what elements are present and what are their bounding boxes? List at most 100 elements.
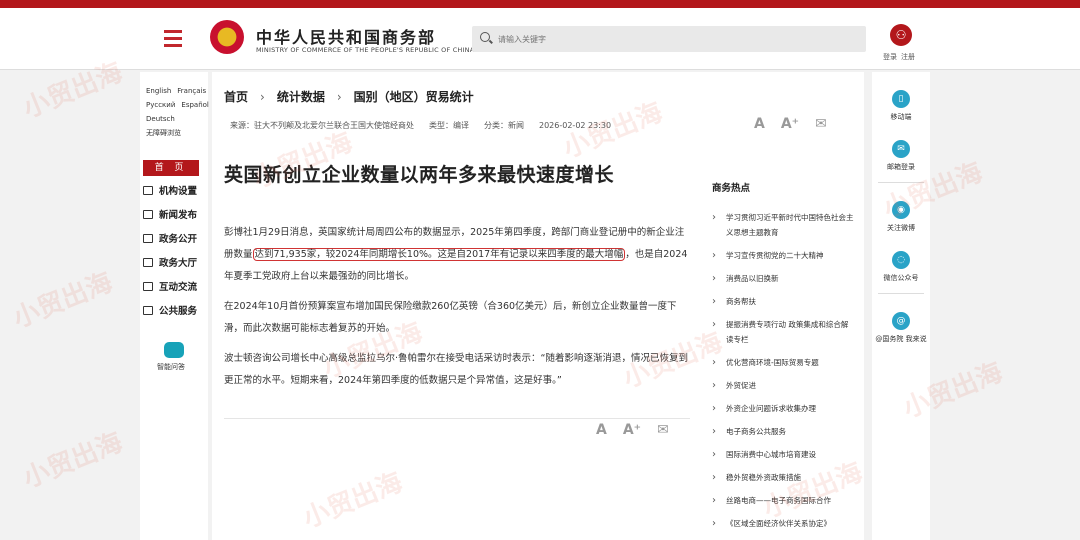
highlighted-text: 达到71,935家，较2024年同期增长10%。这是自2017年有记录以来四季度… xyxy=(252,248,626,261)
wechat-label: 微信公众号 xyxy=(883,274,919,282)
hot-item[interactable]: 消费品以旧换新 xyxy=(712,271,854,286)
breadcrumb: 首页 › 统计数据 › 国别（地区）贸易统计 xyxy=(224,88,474,105)
crumb-trade[interactable]: 国别（地区）贸易统计 xyxy=(354,90,474,104)
article-meta: 来源：驻大不列颠及北爱尔兰联合王国大使馆经商处 类型：编译 分类：新闻 2026-02… xyxy=(230,120,626,131)
hot-item[interactable]: 电子商务公共服务 xyxy=(712,424,854,439)
article-title: 英国新创立企业数量以两年多来最快速度增长 xyxy=(224,164,615,186)
wechat-icon: ◌ xyxy=(892,251,910,269)
hot-item[interactable]: 国际消费中心城市培育建设 xyxy=(712,447,854,462)
login-link[interactable]: 登录 xyxy=(883,53,897,61)
menu-item-services[interactable]: 公共服务 xyxy=(140,300,208,324)
org-icon xyxy=(143,186,153,195)
menu-item-label: 机构设置 xyxy=(159,186,198,197)
mobile-link[interactable]: ▯ 移动端 xyxy=(872,86,930,122)
hot-item[interactable]: 外资企业问题诉求收集办理 xyxy=(712,401,854,416)
menu-item-affairs[interactable]: 政务公开 xyxy=(140,228,208,252)
chevron-right-icon: › xyxy=(336,90,342,104)
menu-item-label: 公共服务 xyxy=(159,306,198,317)
mail-link[interactable]: ✉ 邮箱登录 xyxy=(872,136,930,172)
wechat-link[interactable]: ◌ 微信公众号 xyxy=(872,247,930,283)
meta-datetime: 2026-02-02 23:30 xyxy=(539,121,612,130)
mobile-icon: ▯ xyxy=(892,90,910,108)
left-sidebar: English Français Русский Español Deutsch 无… xyxy=(140,72,209,540)
news-icon xyxy=(143,210,153,219)
watermark: 小贸出海 xyxy=(19,427,127,495)
crumb-home[interactable]: 首页 xyxy=(224,90,248,104)
lang-french[interactable]: Français xyxy=(177,87,206,95)
robot-icon[interactable] xyxy=(164,342,184,358)
hot-item[interactable]: 学习贯彻习近平新时代中国特色社会主义思想主题教育 xyxy=(712,210,854,240)
hot-topics-list: 学习贯彻习近平新时代中国特色社会主义思想主题教育 学习宣传贯彻党的二十大精神 消… xyxy=(712,210,854,539)
menu-icon[interactable] xyxy=(164,30,182,47)
lang-german[interactable]: Deutsch xyxy=(146,115,175,123)
weibo-link[interactable]: ◉ 关注微博 xyxy=(872,197,930,233)
hot-item[interactable]: 丝路电商——电子商务国际合作 xyxy=(712,493,854,508)
mobile-label: 移动端 xyxy=(890,113,912,121)
search-icon[interactable] xyxy=(480,32,490,42)
lang-russian[interactable]: Русский xyxy=(146,101,175,109)
search-input[interactable] xyxy=(498,26,858,52)
hot-item[interactable]: 外贸促进 xyxy=(712,378,854,393)
article-body: 彭博社1月29日消息，英国家统计局周四公布的数据显示，2025年第四季度，跨部门… xyxy=(224,222,692,400)
divider xyxy=(878,293,924,294)
crumb-stats[interactable]: 统计数据 xyxy=(277,90,325,104)
paragraph-3: 波士顿咨询公司增长中心高级总监拉乌尔·鲁帕雷尔在接受电话采访时表示：“随着影响逐… xyxy=(224,353,688,386)
home-button[interactable]: 首 页 xyxy=(143,160,199,176)
menu-item-label: 政务公开 xyxy=(159,234,198,245)
hot-item[interactable]: 优化营商环境-国际贸易专题 xyxy=(712,355,854,370)
menu-item-label: 政务大厅 xyxy=(159,258,198,269)
state-council-link[interactable]: @ @国务院 我来说 xyxy=(872,308,930,344)
font-small-icon[interactable]: A xyxy=(596,422,607,438)
hot-item[interactable]: 《区域全面经济伙伴关系协定》 xyxy=(712,516,854,531)
hot-item[interactable]: 商务帮扶 xyxy=(712,294,854,309)
menu-item-interaction[interactable]: 互动交流 xyxy=(140,276,208,300)
search-box[interactable] xyxy=(472,26,866,52)
gear-icon xyxy=(143,306,153,315)
watermark: 小贸出海 xyxy=(9,267,117,335)
robot-label[interactable]: 智能问答 xyxy=(157,362,208,372)
font-large-icon[interactable]: A⁺ xyxy=(623,422,641,438)
menu-item-label: 新闻发布 xyxy=(159,210,198,221)
user-links: 登录 注册 xyxy=(883,52,919,62)
paragraph-1: 彭博社1月29日消息，英国家统计局周四公布的数据显示，2025年第四季度，跨部门… xyxy=(224,227,688,282)
menu-item-news[interactable]: 新闻发布 xyxy=(140,204,208,228)
user-icon[interactable]: ⚇ xyxy=(890,24,912,46)
article-tools-top: A A⁺ ✉ xyxy=(754,116,843,132)
meta-source: 来源：驻大不列颠及北爱尔兰联合王国大使馆经商处 xyxy=(230,121,414,130)
hot-item[interactable]: 提振消费专项行动 政策集成和综合解读专栏 xyxy=(712,317,854,347)
divider xyxy=(224,418,690,419)
hot-topics-title: 商务热点 xyxy=(712,183,751,194)
org-name-cn: 中华人民共和国商务部 xyxy=(256,28,437,47)
meta-category: 分类：新闻 xyxy=(484,121,524,130)
menu-item-hall[interactable]: 政务大厅 xyxy=(140,252,208,276)
site-header: 中华人民共和国商务部 MINISTRY OF COMMERCE OF THE P… xyxy=(0,8,1080,70)
menu-item-label: 互动交流 xyxy=(159,282,198,293)
document-icon xyxy=(143,234,153,243)
hot-item[interactable]: 学习宣传贯彻党的二十大精神 xyxy=(712,248,854,263)
right-sidebar: ▯ 移动端 ✉ 邮箱登录 ◉ 关注微博 ◌ 微信公众号 @ @国务院 我来说 xyxy=(872,72,930,540)
mail-icon: ✉ xyxy=(892,140,910,158)
chat-icon xyxy=(143,282,153,291)
org-name-en: MINISTRY OF COMMERCE OF THE PEOPLE'S REP… xyxy=(256,46,475,54)
chevron-right-icon: › xyxy=(260,90,265,104)
main-content: 首页 › 统计数据 › 国别（地区）贸易统计 来源：驻大不列颠及北爱尔兰联合王国大使馆经… xyxy=(212,72,864,540)
article-tools-bottom: A A⁺ ✉ xyxy=(596,422,685,438)
menu-item-organization[interactable]: 机构设置 xyxy=(140,180,208,204)
top-red-bar xyxy=(0,0,1080,8)
hot-item[interactable]: 稳外贸稳外资政策措施 xyxy=(712,470,854,485)
weibo-label: 关注微博 xyxy=(887,224,915,232)
state-council-label: @国务院 我来说 xyxy=(875,335,927,343)
font-large-icon[interactable]: A⁺ xyxy=(781,116,799,132)
side-menu: 机构设置 新闻发布 政务公开 政务大厅 互动交流 公共服务 xyxy=(140,180,208,324)
divider xyxy=(878,182,924,183)
language-links: English Français Русский Español Deutsch 无… xyxy=(140,72,209,140)
at-icon: @ xyxy=(892,312,910,330)
national-emblem-logo xyxy=(210,20,244,54)
lang-spanish[interactable]: Español xyxy=(181,101,208,109)
lang-english[interactable]: English xyxy=(146,87,171,95)
font-small-icon[interactable]: A xyxy=(754,116,765,132)
wechat-share-icon[interactable]: ✉ xyxy=(657,422,669,438)
accessibility-link[interactable]: 无障碍浏览 xyxy=(146,129,181,137)
wechat-share-icon[interactable]: ✉ xyxy=(815,116,827,132)
register-link[interactable]: 注册 xyxy=(901,53,915,61)
